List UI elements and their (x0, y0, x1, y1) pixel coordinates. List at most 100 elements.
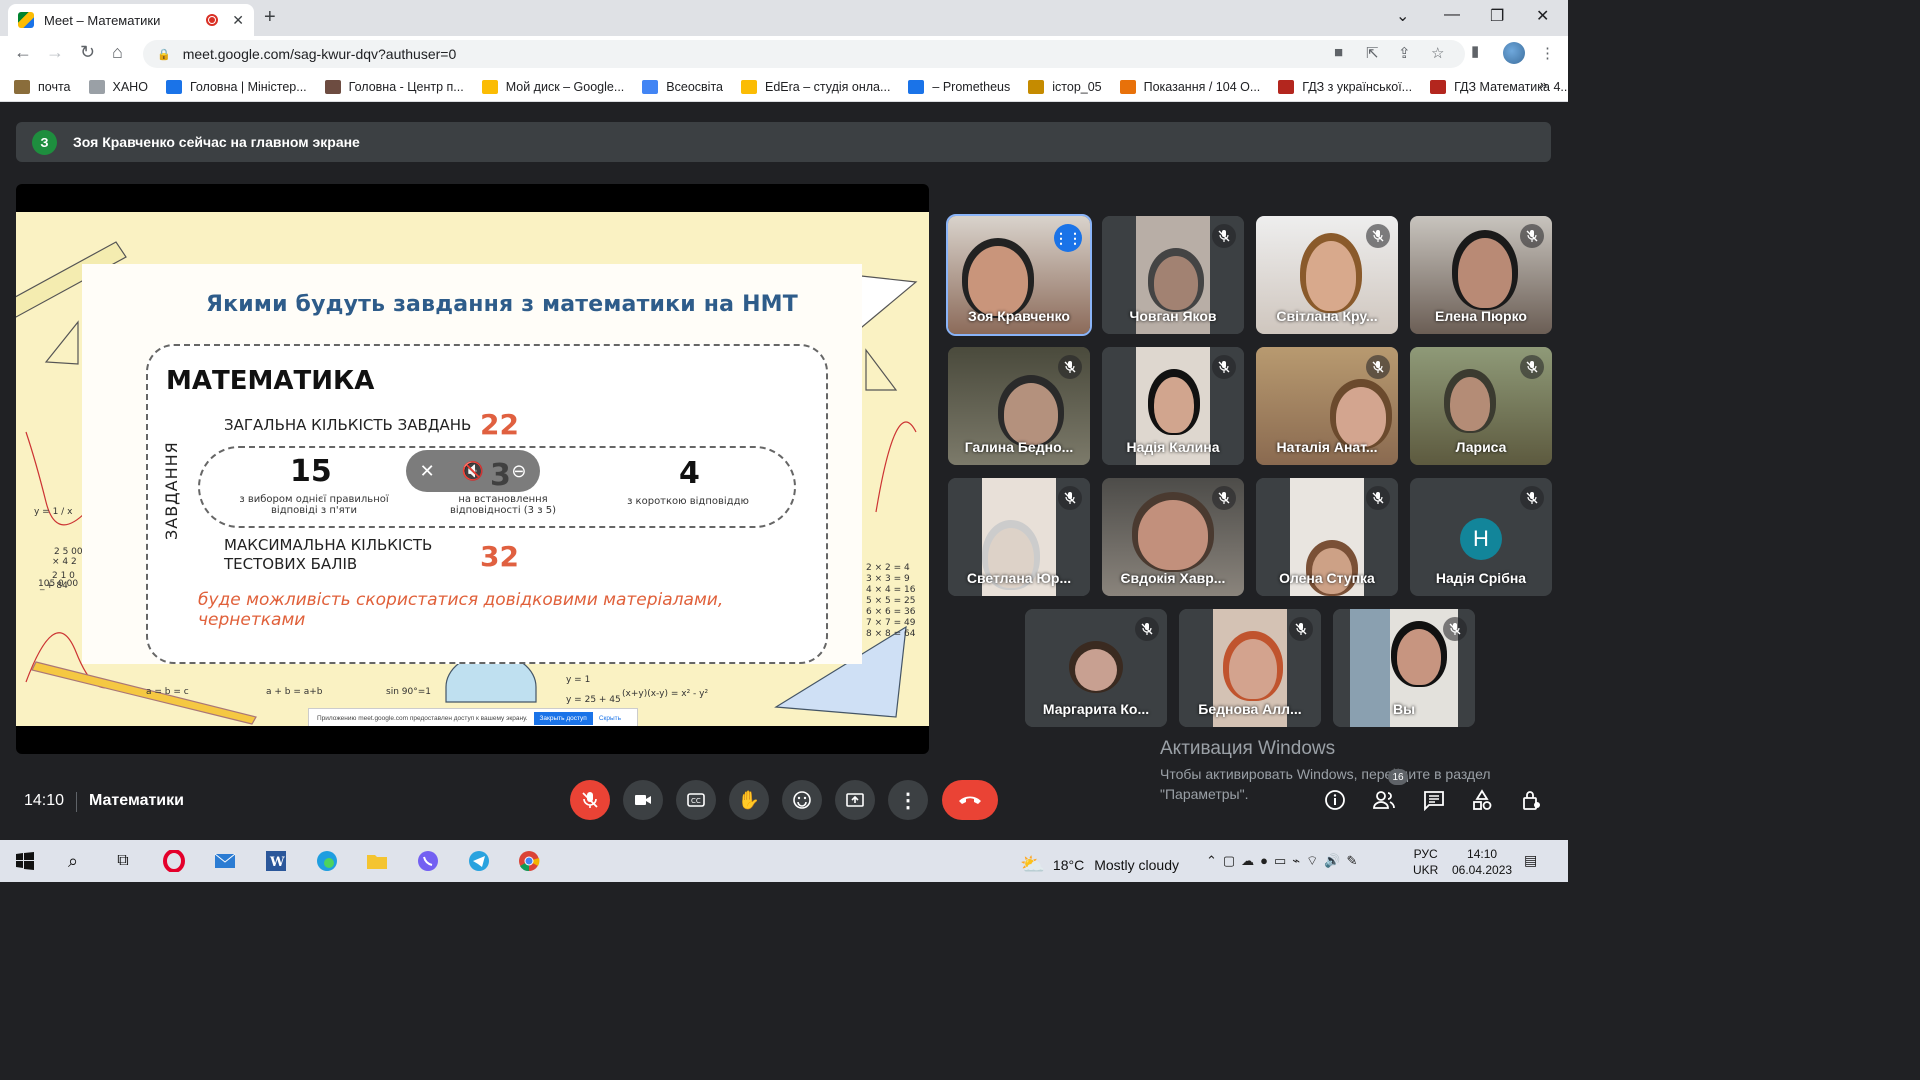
bookmark-item[interactable]: істор_05 (1028, 79, 1102, 94)
profile-avatar[interactable] (1503, 42, 1525, 64)
lock-icon[interactable]: 🔒 (157, 48, 171, 61)
participant-tile[interactable]: Светлана Юр... (948, 478, 1090, 596)
participant-face (1004, 383, 1058, 445)
bookmark-item[interactable]: – Prometheus (908, 79, 1010, 94)
presentation-area[interactable]: y = 1 / x 2 5 00 × 4 2 2 1 0 + 84 _ 105 … (16, 184, 929, 754)
reload-icon[interactable]: ↻ (80, 42, 95, 63)
item1-value: 15 (290, 454, 332, 489)
bookmark-star-icon[interactable]: ☆ (1431, 44, 1444, 62)
more-options-button[interactable]: ⋮ (888, 780, 928, 820)
back-icon[interactable]: ← (14, 42, 32, 63)
bookmark-item[interactable]: Всеосвіта (642, 79, 723, 94)
notifications-icon[interactable]: ▤ (1524, 852, 1537, 869)
leave-call-button[interactable] (942, 780, 998, 820)
bookmark-item[interactable]: Мой диск – Google... (481, 79, 624, 94)
host-controls-button[interactable] (1519, 788, 1543, 812)
bookmark-item[interactable]: Головна | Міністер... (165, 79, 307, 94)
slide-title: Якими будуть завдання з математики на НМ… (206, 292, 798, 317)
bookmark-item[interactable]: почта (14, 79, 71, 94)
participant-tile[interactable]: Лариса (1410, 347, 1552, 465)
language-indicator[interactable]: РУС UKR (1413, 846, 1438, 878)
forward-icon[interactable]: → (46, 42, 64, 63)
bookmark-item[interactable]: ГДЗ з української... (1278, 79, 1413, 94)
mail-icon[interactable] (214, 850, 236, 872)
minimize-button[interactable]: — (1444, 6, 1460, 24)
svg-text:y = 25 + 45: y = 25 + 45 (566, 695, 621, 705)
word-icon[interactable]: W (265, 850, 287, 872)
side-panel-icon[interactable]: ▮ (1471, 42, 1479, 60)
participant-tile[interactable]: Маргарита Ко... (1025, 609, 1167, 727)
open-in-new-icon[interactable]: ⇱ (1366, 44, 1379, 62)
start-button[interactable] (14, 850, 36, 872)
captions-button[interactable]: CC (676, 780, 716, 820)
microphone-button[interactable] (570, 780, 610, 820)
bookmark-item[interactable]: Показання / 104 О... (1119, 79, 1261, 94)
tab-meet[interactable]: Meet – Математики ✕ (8, 4, 254, 36)
telegram-logo-icon (469, 851, 489, 871)
bookmark-item[interactable]: Головна - Центр п... (324, 79, 464, 94)
share-icon[interactable]: ⇪ (1398, 44, 1411, 62)
system-tray-icons[interactable]: ⌃▢☁●▭⌁⌔🔊✎ (1206, 853, 1363, 869)
participant-tile[interactable]: Наталія Анат... (1256, 347, 1398, 465)
participant-tile[interactable]: Галина Бедно... (948, 347, 1090, 465)
svg-text:6 × 6 = 36: 6 × 6 = 36 (866, 607, 916, 617)
bookmark-item[interactable]: ГДЗ Математика 4... (1430, 79, 1571, 94)
close-tab-icon[interactable]: ✕ (232, 12, 244, 29)
mute-off-icon[interactable]: 🔇 (462, 461, 484, 482)
camera-in-use-icon[interactable]: ■ (1334, 44, 1343, 61)
bookmark-label: ГДЗ з української... (1302, 79, 1413, 94)
meeting-details-button[interactable] (1323, 788, 1347, 812)
present-button[interactable] (835, 780, 875, 820)
svg-text:4 × 4 = 16: 4 × 4 = 16 (866, 585, 916, 595)
participant-tile[interactable]: Надія Калина (1102, 347, 1244, 465)
bookmark-item[interactable]: ХАНО (88, 79, 148, 94)
participant-tile[interactable]: Євдокія Хавр... (1102, 478, 1244, 596)
participant-name: Надія Срібна (1435, 570, 1527, 586)
svg-text:(x+y)(x-y) = x² - y²: (x+y)(x-y) = x² - y² (622, 689, 708, 699)
system-clock[interactable]: 14:10 06.04.2023 (1452, 846, 1512, 878)
weather-widget[interactable]: ⛅ 18°C Mostly cloudy (1020, 852, 1179, 877)
participant-tile[interactable]: Н Надія Срібна (1410, 478, 1552, 596)
participant-tile[interactable]: Світлана Кру... (1256, 216, 1398, 334)
people-button[interactable] (1372, 788, 1396, 812)
reactions-button[interactable] (782, 780, 822, 820)
file-explorer-icon[interactable] (366, 850, 388, 872)
remove-icon[interactable]: ⊖ (511, 461, 526, 482)
search-icon[interactable]: ⌕ (62, 850, 84, 872)
close-window-button[interactable]: ✕ (1536, 6, 1549, 26)
participant-tile[interactable]: Вы (1333, 609, 1475, 727)
bookmark-label: Головна - Центр п... (348, 79, 464, 94)
stop-sharing-button[interactable]: Закрыть доступ (533, 711, 593, 725)
bookmark-item[interactable]: EdEra – студія онла... (741, 79, 890, 94)
tab-search-icon[interactable]: ⌄ (1396, 6, 1409, 26)
opera-icon[interactable] (163, 850, 185, 872)
chat-button[interactable] (1422, 788, 1446, 812)
restore-button[interactable]: ❐ (1490, 6, 1504, 26)
viber-icon[interactable] (417, 850, 439, 872)
camera-button[interactable] (623, 780, 663, 820)
task-view-icon[interactable]: ⧉ (112, 850, 134, 872)
raise-hand-button[interactable]: ✋ (729, 780, 769, 820)
svg-text:2 5 00: 2 5 00 (54, 547, 83, 557)
address-bar[interactable]: 🔒 meet.google.com/sag-kwur-dqv?authuser=… (143, 40, 1465, 68)
bookmarks-overflow-button[interactable]: » (1540, 78, 1547, 92)
participant-tile[interactable]: Елена Пюрко (1410, 216, 1552, 334)
svg-text:W: W (269, 855, 285, 870)
hand-icon: ✋ (737, 789, 761, 810)
participant-tile[interactable]: Човган Яков (1102, 216, 1244, 334)
browser-menu-icon[interactable]: ⋮ (1540, 44, 1555, 62)
bookmark-label: Показання / 104 О... (1143, 79, 1261, 94)
telegram-icon[interactable] (468, 850, 490, 872)
activities-button[interactable] (1470, 788, 1494, 812)
hide-share-bar-link[interactable]: Скрыть (599, 715, 621, 722)
participant-tile[interactable]: Олена Ступка (1256, 478, 1398, 596)
participant-tile[interactable]: ⋮⋮ Зоя Кравченко (946, 214, 1092, 336)
chrome-icon[interactable] (518, 850, 540, 872)
home-icon[interactable]: ⌂ (112, 42, 123, 63)
presenter-overlay-controls: ✕ 🔇 ⊖ (406, 450, 540, 492)
mic-muted-icon (1289, 617, 1313, 641)
edge-icon[interactable] (316, 850, 338, 872)
pin-off-icon[interactable]: ✕ (420, 461, 435, 482)
participant-tile[interactable]: Беднова Алл... (1179, 609, 1321, 727)
new-tab-button[interactable]: + (264, 6, 276, 29)
